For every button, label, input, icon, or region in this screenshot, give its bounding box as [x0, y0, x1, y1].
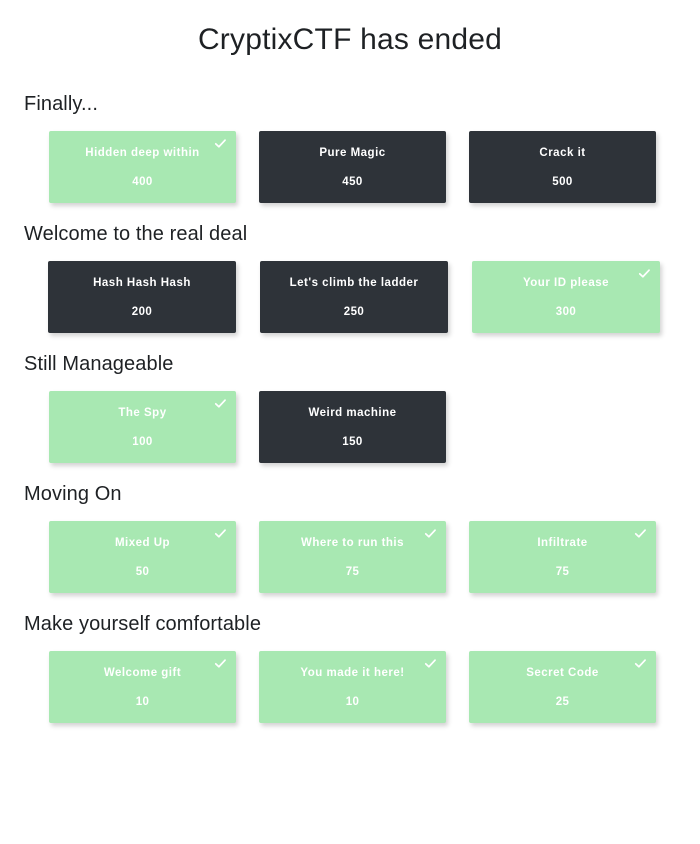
challenge-name: Where to run this: [300, 537, 405, 550]
challenge-points: 75: [555, 566, 570, 579]
challenge-points: 150: [342, 436, 363, 449]
challenge-board: Finally... Hidden deep within 400 Pure Magi…: [0, 92, 700, 723]
challenge-category: Make yourself comfortable Welcome gift 10 Y…: [0, 612, 700, 723]
challenge-row: The Spy 100 Weird machine 150: [0, 391, 700, 463]
category-title: Moving On: [24, 483, 122, 505]
challenge-name: Secret Code: [526, 667, 599, 680]
challenge-points: 450: [342, 176, 363, 189]
challenge-points: 300: [555, 306, 577, 319]
challenge-card[interactable]: Your ID please 300: [472, 261, 660, 333]
challenge-points: 250: [343, 306, 365, 319]
challenge-points: 50: [135, 566, 150, 579]
category-title: Finally...: [24, 93, 98, 115]
challenge-category: Still Manageable The Spy 100 Weird machine 1…: [0, 352, 700, 463]
check-icon: [634, 657, 647, 670]
challenge-category: Moving On Mixed Up 50 Where to run this 75 In…: [0, 482, 700, 593]
challenge-points: 400: [132, 176, 153, 189]
category-title: Welcome to the real deal: [24, 223, 248, 245]
challenge-card[interactable]: You made it here! 10: [259, 651, 446, 723]
challenge-points: 25: [555, 696, 570, 709]
challenge-name: Welcome gift: [103, 667, 182, 680]
challenge-card[interactable]: Hash Hash Hash 200: [48, 261, 236, 333]
challenge-name: Let's climb the ladder: [289, 277, 419, 290]
challenge-category: Welcome to the real deal Hash Hash Hash 20…: [0, 222, 700, 333]
challenge-name: The Spy: [118, 407, 167, 420]
challenge-card[interactable]: Secret Code 25: [469, 651, 656, 723]
check-icon: [638, 267, 651, 280]
challenge-points: 200: [131, 306, 153, 319]
challenge-name: You made it here!: [300, 667, 405, 680]
challenge-row: Hidden deep within 400 Pure Magic 450 Crack …: [0, 131, 700, 203]
challenge-card[interactable]: The Spy 100: [49, 391, 236, 463]
check-icon: [424, 527, 437, 540]
challenge-name: Your ID please: [522, 277, 610, 290]
check-icon: [424, 657, 437, 670]
challenge-name: Pure Magic: [319, 147, 386, 160]
challenge-name: Weird machine: [308, 407, 397, 420]
challenge-category: Finally... Hidden deep within 400 Pure Magi…: [0, 92, 700, 203]
challenge-card[interactable]: Welcome gift 10: [49, 651, 236, 723]
category-title: Still Manageable: [24, 353, 174, 375]
challenge-name: Hidden deep within: [85, 147, 200, 160]
challenge-points: 10: [135, 696, 150, 709]
challenge-card[interactable]: Hidden deep within 400: [49, 131, 236, 203]
check-icon: [214, 527, 227, 540]
check-icon: [214, 137, 227, 150]
challenge-name: Hash Hash Hash: [93, 277, 191, 290]
challenge-card[interactable]: Pure Magic 450: [259, 131, 446, 203]
category-title: Make yourself comfortable: [24, 613, 262, 635]
challenge-card[interactable]: Where to run this 75: [259, 521, 446, 593]
challenge-row: Welcome gift 10 You made it here! 10 Secret …: [0, 651, 700, 723]
challenge-card[interactable]: Infiltrate 75: [469, 521, 656, 593]
challenge-points: 75: [345, 566, 360, 579]
challenge-row: Hash Hash Hash 200 Let's climb the ladder 2…: [0, 261, 700, 333]
check-icon: [214, 657, 227, 670]
challenge-card[interactable]: Weird machine 150: [259, 391, 446, 463]
challenge-points: 500: [552, 176, 573, 189]
challenge-points: 100: [132, 436, 153, 449]
challenge-name: Crack it: [539, 147, 586, 160]
challenge-card[interactable]: Crack it 500: [469, 131, 656, 203]
check-icon: [634, 527, 647, 540]
challenge-points: 10: [345, 696, 360, 709]
challenge-name: Infiltrate: [537, 537, 588, 550]
check-icon: [214, 397, 227, 410]
page-title: CryptixCTF has ended: [197, 23, 503, 56]
challenge-card[interactable]: Let's climb the ladder 250: [260, 261, 448, 333]
challenge-name: Mixed Up: [114, 537, 171, 550]
challenge-row: Mixed Up 50 Where to run this 75 Infiltrate 7…: [0, 521, 700, 593]
challenge-card[interactable]: Mixed Up 50: [49, 521, 236, 593]
